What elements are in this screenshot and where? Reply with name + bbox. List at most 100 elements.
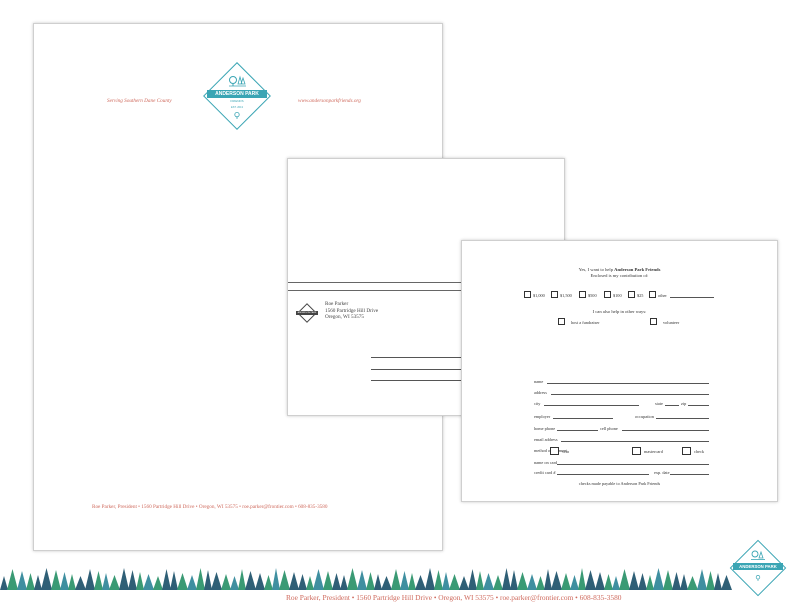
mastercard-checkbox[interactable] — [632, 447, 641, 455]
anderson-park-logo: ANDERSON PARK FRIENDS EST. 2013 — [202, 61, 272, 131]
tree-shape — [366, 572, 375, 590]
name-on-card-field[interactable] — [557, 464, 709, 465]
card-subheading: Enclosed is my contribution of: — [590, 273, 649, 278]
tree-shape — [517, 572, 528, 590]
return-city: Oregon, WI 53575 — [325, 314, 364, 321]
state-field[interactable] — [665, 405, 679, 406]
tree-shape — [374, 574, 382, 590]
occupation-field[interactable] — [656, 418, 709, 419]
amount-1500-label: $1,500 — [560, 293, 572, 298]
host-fundraiser-checkbox[interactable] — [558, 318, 565, 325]
home-phone-field[interactable] — [557, 430, 598, 431]
tree-shape — [434, 570, 443, 590]
name-field[interactable] — [547, 383, 709, 384]
tree-shape — [595, 572, 605, 590]
tree-icon — [229, 75, 246, 87]
tree-shape — [483, 573, 494, 590]
host-fundraiser-label: host a fundraiser — [571, 320, 600, 325]
visa-checkbox[interactable] — [550, 447, 559, 455]
tree-shape — [177, 573, 188, 590]
state-label: state — [655, 401, 663, 406]
return-name: Roe Parker — [325, 301, 349, 307]
tree-shape — [0, 576, 8, 590]
tree-shape — [442, 572, 450, 590]
amount-1000-checkbox[interactable] — [524, 291, 531, 298]
tree-shape — [653, 568, 664, 590]
tree-shape — [136, 572, 144, 590]
tree-shape — [646, 575, 654, 590]
tree-shape — [527, 574, 537, 590]
tree-shape — [604, 574, 613, 590]
tree-shape — [468, 569, 477, 590]
card-heading: Yes, I want to help Anderson Park Friend… — [462, 267, 777, 272]
exp-date-field[interactable] — [670, 474, 709, 475]
tree-shape — [619, 569, 630, 590]
tree-shape — [128, 570, 137, 590]
tree-shape — [60, 572, 69, 590]
address-label: address — [534, 390, 547, 395]
tree-shape — [68, 574, 76, 590]
logo-name-band: ANDERSON PARK — [207, 90, 267, 98]
zip-field[interactable] — [688, 405, 709, 406]
tree-shape — [211, 572, 222, 590]
email-field[interactable] — [561, 441, 709, 442]
tree-shape — [449, 574, 460, 590]
exp-date-label: exp. date — [654, 470, 670, 475]
email-label: email address — [534, 437, 558, 442]
tree-shape — [230, 576, 239, 590]
card-heading-org: Anderson Park Friends — [614, 267, 661, 272]
address-field[interactable] — [551, 394, 709, 395]
amount-other-label: other — [658, 293, 667, 298]
tree-shape — [7, 569, 18, 590]
amount-other-field[interactable] — [670, 297, 714, 298]
tree-shape — [41, 568, 52, 590]
tree-shape — [196, 568, 205, 590]
check-checkbox[interactable] — [682, 447, 691, 455]
amount-100-checkbox[interactable] — [604, 291, 611, 298]
cell-phone-field[interactable] — [622, 430, 709, 431]
home-phone-label: home phone — [534, 426, 556, 431]
city-label: city — [534, 401, 541, 406]
tree-shape — [536, 576, 545, 590]
amount-500-label: $500 — [588, 293, 597, 298]
envelope-mini-logo: ANDERSON PARK — [296, 302, 318, 324]
tree-shape — [629, 571, 639, 590]
tree-shape — [551, 571, 562, 590]
tree-shape — [109, 575, 120, 590]
employer-field[interactable] — [553, 418, 613, 419]
amount-500-checkbox[interactable] — [579, 291, 586, 298]
tree-shape — [381, 576, 392, 590]
tree-shape — [102, 573, 110, 590]
tree-shape — [476, 571, 484, 590]
tree-shape — [255, 573, 265, 590]
address-line-3 — [371, 380, 463, 381]
logo-sub-name: FRIENDS — [230, 99, 244, 103]
card-number-label: credit card # — [534, 470, 556, 475]
checks-note: checks made payable to Anderson Park Fri… — [578, 481, 661, 486]
address-line-1 — [371, 357, 463, 358]
amount-25-checkbox[interactable] — [628, 291, 635, 298]
envelope-return-address: Roe Parker 1560 Partridge Hill Drive Ore… — [325, 301, 378, 321]
tree-shape — [187, 575, 197, 590]
amount-25-label: $25 — [637, 293, 644, 298]
tree-shape — [680, 574, 688, 590]
footer-contact: Roe Parker, President • 1560 Partridge H… — [286, 593, 622, 602]
tree-shape — [697, 569, 707, 590]
tree-shape — [85, 569, 95, 590]
tree-shape — [34, 575, 42, 590]
tree-shape — [578, 568, 586, 590]
tree-shape — [272, 568, 280, 590]
tree-shape — [170, 571, 178, 590]
tree-shape — [570, 575, 579, 590]
tree-shape — [493, 575, 503, 590]
tree-shape — [153, 576, 163, 590]
tree-shape — [221, 574, 231, 590]
tree-shape — [459, 576, 469, 590]
card-number-field[interactable] — [557, 474, 649, 475]
amount-1500-checkbox[interactable] — [551, 291, 558, 298]
amount-other-checkbox[interactable] — [649, 291, 656, 298]
tree-shape — [289, 572, 299, 590]
tree-shape — [391, 569, 401, 590]
volunteer-checkbox[interactable] — [650, 318, 657, 325]
city-field[interactable] — [544, 405, 639, 406]
